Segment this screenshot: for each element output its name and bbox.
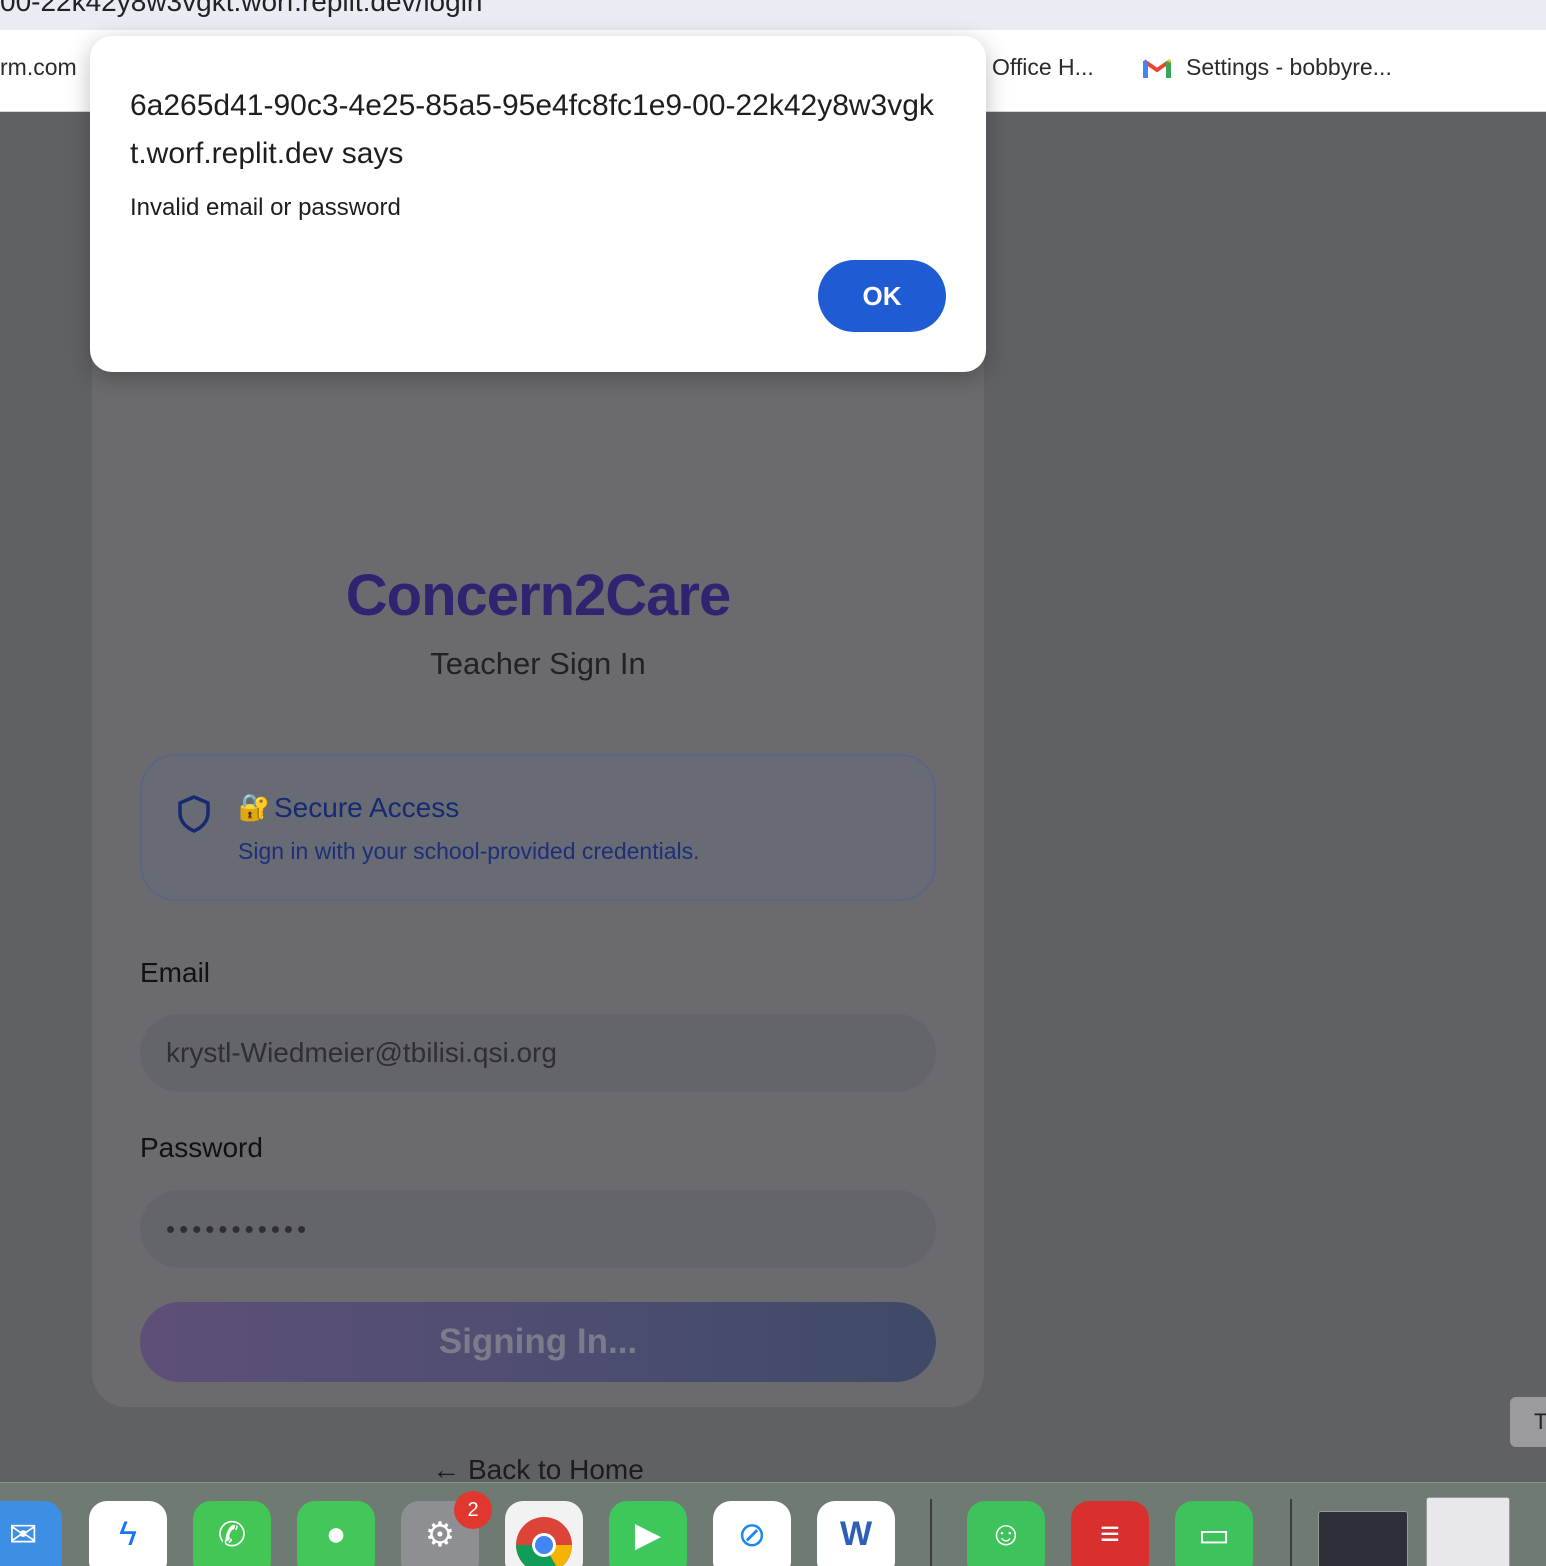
shield-icon: [178, 795, 210, 833]
word-icon[interactable]: W: [817, 1501, 895, 1566]
login-card: Concern2Care Teacher Sign In 🔐 Secure Ac…: [92, 262, 984, 1485]
chat-icon[interactable]: ▭: [1175, 1501, 1253, 1566]
password-field[interactable]: •••••••••••: [140, 1190, 936, 1268]
messages-icon[interactable]: ●: [297, 1501, 375, 1566]
messenger-icon[interactable]: ϟ: [89, 1501, 167, 1566]
window-thumbnail[interactable]: [1318, 1511, 1408, 1566]
lock-key-icon: 🔐: [238, 792, 271, 822]
email-field[interactable]: krystl-Wiedmeier@tbilisi.qsi.org: [140, 1014, 936, 1092]
chrome-logo: [516, 1517, 572, 1566]
dialog-message: Invalid email or password: [130, 194, 401, 221]
secure-access-title: Secure Access: [274, 792, 460, 823]
expressvpn-icon[interactable]: ≡: [1071, 1501, 1149, 1566]
alert-dialog: 6a265d41-90c3-4e25-85a5-95e4fc8fc1e9-00-…: [90, 36, 986, 372]
password-label: Password: [140, 1132, 263, 1163]
dialog-title: 6a265d41-90c3-4e25-85a5-95e4fc8fc1e9-00-…: [130, 89, 934, 170]
side-tab[interactable]: T: [1510, 1397, 1546, 1447]
chrome-icon[interactable]: [505, 1501, 583, 1566]
ok-button[interactable]: OK: [818, 260, 946, 332]
brand-logo-text: Concern2Care: [345, 563, 731, 628]
whatsapp-icon[interactable]: ✆: [193, 1501, 271, 1566]
dock-separator: [930, 1499, 932, 1566]
wechat-icon[interactable]: ☺: [967, 1501, 1045, 1566]
address-bar[interactable]: 00-22k42y8w3vgkt.worf.replit.dev/login: [0, 0, 1546, 30]
sign-in-button[interactable]: Signing In...: [140, 1302, 936, 1382]
email-value: krystl-Wiedmeier@tbilisi.qsi.org: [166, 1037, 557, 1068]
url-text: 00-22k42y8w3vgkt.worf.replit.dev/login: [0, 0, 483, 17]
dock-separator: [1290, 1499, 1292, 1566]
gmail-icon: [1142, 58, 1172, 78]
window-thumbnail[interactable]: [1426, 1497, 1510, 1566]
notification-badge: 2: [454, 1491, 492, 1529]
mail-icon[interactable]: ✉: [0, 1501, 62, 1566]
bookmark-partial[interactable]: rm.com: [0, 54, 77, 81]
page-subtitle: Teacher Sign In: [430, 646, 646, 681]
secure-access-description: Sign in with your school-provided creden…: [238, 838, 700, 864]
bookmark-gmail-label: Settings - bobbyre...: [1186, 54, 1392, 80]
bookmark-gmail-settings[interactable]: Settings - bobbyre...: [1142, 54, 1392, 81]
dock: ✉ ϟ ✆ ● ⚙ 2 ▶ ⊘ W ☺ ≡ ▭: [0, 1482, 1546, 1566]
password-value: •••••••••••: [166, 1213, 311, 1244]
email-label: Email: [140, 957, 211, 988]
bookmark-office-hours[interactable]: Office H...: [992, 54, 1094, 81]
facetime-icon[interactable]: ▶: [609, 1501, 687, 1566]
safari-icon[interactable]: ⊘: [713, 1501, 791, 1566]
secure-access-notice: 🔐 Secure Access Sign in with your school…: [140, 754, 936, 901]
